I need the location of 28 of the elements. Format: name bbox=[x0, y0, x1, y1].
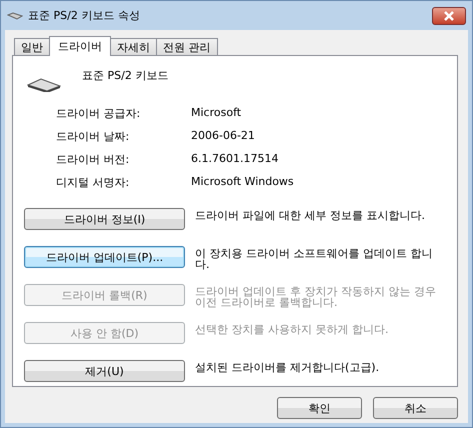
keyboard-icon bbox=[27, 78, 61, 92]
action-description: 설치된 드라이버를 제거합니다(고급). bbox=[195, 360, 380, 373]
window-title: 표준 PS/2 키보드 속성 bbox=[28, 8, 140, 23]
tab[interactable]: 자세히 bbox=[110, 38, 157, 55]
action-button[interactable]: 제거(U) bbox=[24, 360, 185, 382]
tab[interactable]: 전원 관리 bbox=[156, 38, 218, 55]
dialog-button[interactable]: 취소 bbox=[373, 397, 458, 419]
close-icon bbox=[443, 10, 455, 20]
action-button[interactable]: 드라이버 정보(I) bbox=[24, 208, 185, 230]
action-description: 선택한 장치를 사용하지 못하게 합니다. bbox=[195, 322, 390, 335]
action-description: 이 장치용 드라이버 소프트웨어를 업데이트 합니다. bbox=[195, 246, 434, 270]
detail-label: 드라이버 날짜: bbox=[56, 129, 130, 144]
keyboard-icon bbox=[7, 12, 23, 20]
action-description: 드라이버 파일에 대한 세부 정보를 표시합니다. bbox=[195, 208, 426, 221]
action-description: 드라이버 업데이트 후 장치가 작동하지 않는 경우 이전 드라이버로 롤백합니다. bbox=[195, 284, 437, 308]
close-button[interactable] bbox=[432, 6, 466, 24]
detail-value: 6.1.7601.17514 bbox=[191, 152, 280, 167]
detail-label: 드라이버 공급자: bbox=[56, 106, 142, 121]
action-button[interactable]: 드라이버 업데이트(P)... bbox=[24, 246, 185, 268]
detail-value: Microsoft bbox=[191, 106, 242, 121]
detail-label: 디지털 서명자: bbox=[56, 175, 130, 190]
device-name: 표준 PS/2 키보드 bbox=[82, 68, 168, 83]
detail-value: 2006-06-21 bbox=[191, 129, 256, 144]
detail-value: Microsoft Windows bbox=[191, 175, 295, 190]
detail-label: 드라이버 버전: bbox=[56, 152, 130, 167]
tab[interactable]: 일반 bbox=[14, 38, 50, 55]
tab[interactable]: 드라이버 bbox=[49, 36, 111, 56]
dialog-button[interactable]: 확인 bbox=[277, 397, 362, 419]
